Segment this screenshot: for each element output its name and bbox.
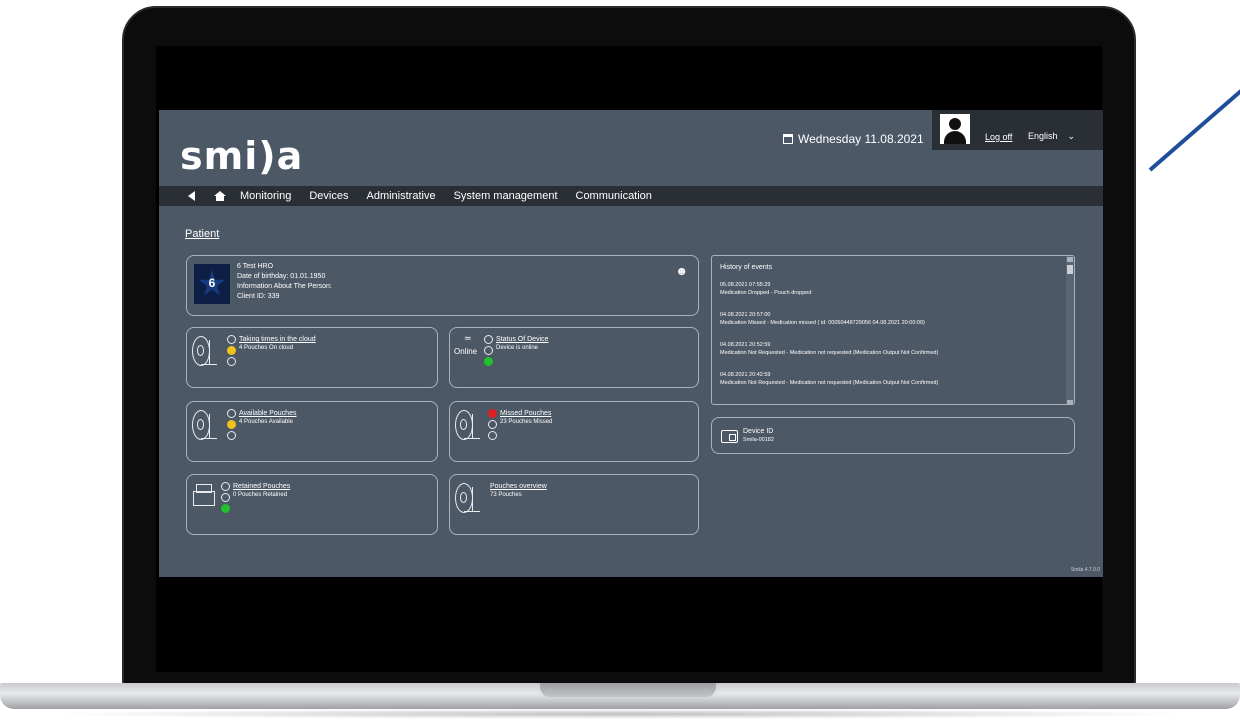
tile-overview-title[interactable]: Pouches overview xyxy=(490,483,547,490)
list-item: 04.08.2021 20:42:59 Medication Not Reque… xyxy=(720,371,1060,387)
event-time: 05.08.2021 07:55:29 xyxy=(720,282,771,288)
list-item: 04.08.2021 20:57:00 Medication Missed - … xyxy=(720,311,1060,327)
user-avatar-icon[interactable] xyxy=(940,114,970,144)
main-nav: Monitoring Devices Administrative System… xyxy=(159,186,1103,206)
tile-missed[interactable]: Missed Pouches 23 Pouches Missed xyxy=(449,401,699,462)
event-text: Medication Missed - Medication missed ( … xyxy=(720,320,925,326)
patient-avatar: 6 xyxy=(194,264,230,304)
tile-retained[interactable]: Retained Pouches 0 Pouches Retained xyxy=(186,474,438,535)
event-text: Medication Not Requested - Medication no… xyxy=(720,350,939,356)
decorative-line xyxy=(1148,83,1240,172)
event-text: Medication Not Requested - Medication no… xyxy=(720,380,939,386)
printer-tray-icon xyxy=(193,484,217,508)
nav-item-communication[interactable]: Communication xyxy=(576,190,652,202)
event-time: 04.08.2021 20:57:00 xyxy=(720,312,771,318)
traffic-light xyxy=(227,409,237,442)
tile-available-title[interactable]: Available Pouches xyxy=(239,410,296,417)
status-online-label: Online xyxy=(454,347,478,356)
list-item: 04.08.2021 20:52:59 Medication Not Reque… xyxy=(720,341,1060,357)
laptop-shadow xyxy=(40,709,1200,719)
nav-item-system-management[interactable]: System management xyxy=(454,190,558,202)
pouch-roll-icon xyxy=(192,410,218,440)
page-title[interactable]: Patient xyxy=(185,228,219,240)
tile-cloud-title[interactable]: Taking times in the cloud xyxy=(239,336,316,343)
date-label: Wednesday 11.08.2021 xyxy=(798,132,924,146)
history-title: History of events xyxy=(720,264,773,271)
current-date: Wednesday 11.08.2021 xyxy=(783,132,924,146)
patient-client-id: Client ID: 339 xyxy=(237,293,280,300)
event-text: Medication Dropped - Pouch dropped xyxy=(720,290,812,296)
back-arrow-icon[interactable] xyxy=(188,191,195,201)
pouch-roll-icon xyxy=(455,410,481,440)
tile-status-title[interactable]: Status Of Device xyxy=(496,336,549,343)
list-item: 05.08.2021 07:55:29 Medication Dropped -… xyxy=(720,281,1060,297)
app-version: Smila 4.7.0.0 xyxy=(1070,567,1100,573)
patient-name: 6 Test HRO xyxy=(237,263,274,270)
edit-person-icon[interactable]: ☻ xyxy=(675,264,688,278)
app-screen: smi)a Wednesday 11.08.2021 Log off Engli… xyxy=(159,110,1103,577)
device-card: Device ID Smila-00182 xyxy=(711,417,1075,454)
language-value: English xyxy=(1028,131,1058,141)
patient-card: 6 6 Test HRO Date of birthday: 01.01.195… xyxy=(186,255,699,316)
traffic-light xyxy=(484,335,494,368)
tile-retained-subtitle: 0 Pouches Retained xyxy=(233,492,288,498)
device-title: Device ID xyxy=(743,428,774,435)
nav-item-monitoring[interactable]: Monitoring xyxy=(240,190,291,202)
scroll-thumb[interactable] xyxy=(1067,265,1073,274)
event-time: 04.08.2021 20:42:59 xyxy=(720,372,771,378)
event-time: 04.08.2021 20:52:59 xyxy=(720,342,771,348)
tile-missed-subtitle: 23 Pouches Missed xyxy=(500,419,553,425)
history-panel[interactable]: History of events 05.08.2021 07:55:29 Me… xyxy=(711,255,1075,405)
logoff-link[interactable]: Log off xyxy=(985,132,1012,142)
device-icon xyxy=(721,430,738,443)
wifi-signal-icon: ≃ xyxy=(464,333,472,343)
laptop-notch xyxy=(540,683,716,697)
calendar-icon xyxy=(783,134,793,144)
app-logo: smi)a xyxy=(180,134,304,178)
scroll-up-icon[interactable] xyxy=(1067,257,1073,262)
scroll-down-icon[interactable] xyxy=(1067,400,1073,404)
tile-status[interactable]: ≃ Online Status Of Device Device is onli… xyxy=(449,327,699,388)
patient-birthday: Date of birthday: 01.01.1950 xyxy=(237,273,326,280)
patient-info: Information About The Person: xyxy=(237,283,332,290)
nav-item-administrative[interactable]: Administrative xyxy=(366,190,435,202)
tile-retained-title[interactable]: Retained Pouches xyxy=(233,483,290,490)
traffic-light xyxy=(227,335,237,368)
user-area: Log off English ⌄ xyxy=(932,110,1103,150)
history-list: 05.08.2021 07:55:29 Medication Dropped -… xyxy=(720,281,1060,401)
tile-overview[interactable]: Pouches overview 73 Pouches xyxy=(449,474,699,535)
nav-item-devices[interactable]: Devices xyxy=(309,190,348,202)
language-select[interactable]: English ⌄ xyxy=(1028,131,1075,142)
traffic-light xyxy=(221,482,231,515)
tile-available[interactable]: Available Pouches 4 Pouches Available xyxy=(186,401,438,462)
patient-avatar-number: 6 xyxy=(208,276,216,290)
tile-status-subtitle: Device is online xyxy=(496,345,539,351)
tile-cloud-subtitle: 4 Pouches On cloud xyxy=(239,345,294,351)
chevron-down-icon: ⌄ xyxy=(1067,131,1076,141)
tile-overview-subtitle: 73 Pouches xyxy=(490,492,522,498)
history-scrollbar[interactable] xyxy=(1066,256,1074,404)
device-value: Smila-00182 xyxy=(743,437,774,443)
pouch-roll-icon xyxy=(192,336,218,366)
pouch-roll-icon xyxy=(455,483,481,513)
tile-cloud[interactable]: Taking times in the cloud 4 Pouches On c… xyxy=(186,327,438,388)
tile-missed-title[interactable]: Missed Pouches xyxy=(500,410,551,417)
traffic-light xyxy=(488,409,498,442)
home-icon[interactable] xyxy=(214,191,226,201)
patient-details: 6 Test HRO Date of birthday: 01.01.1950 … xyxy=(237,262,332,302)
tile-available-subtitle: 4 Pouches Available xyxy=(239,419,293,425)
